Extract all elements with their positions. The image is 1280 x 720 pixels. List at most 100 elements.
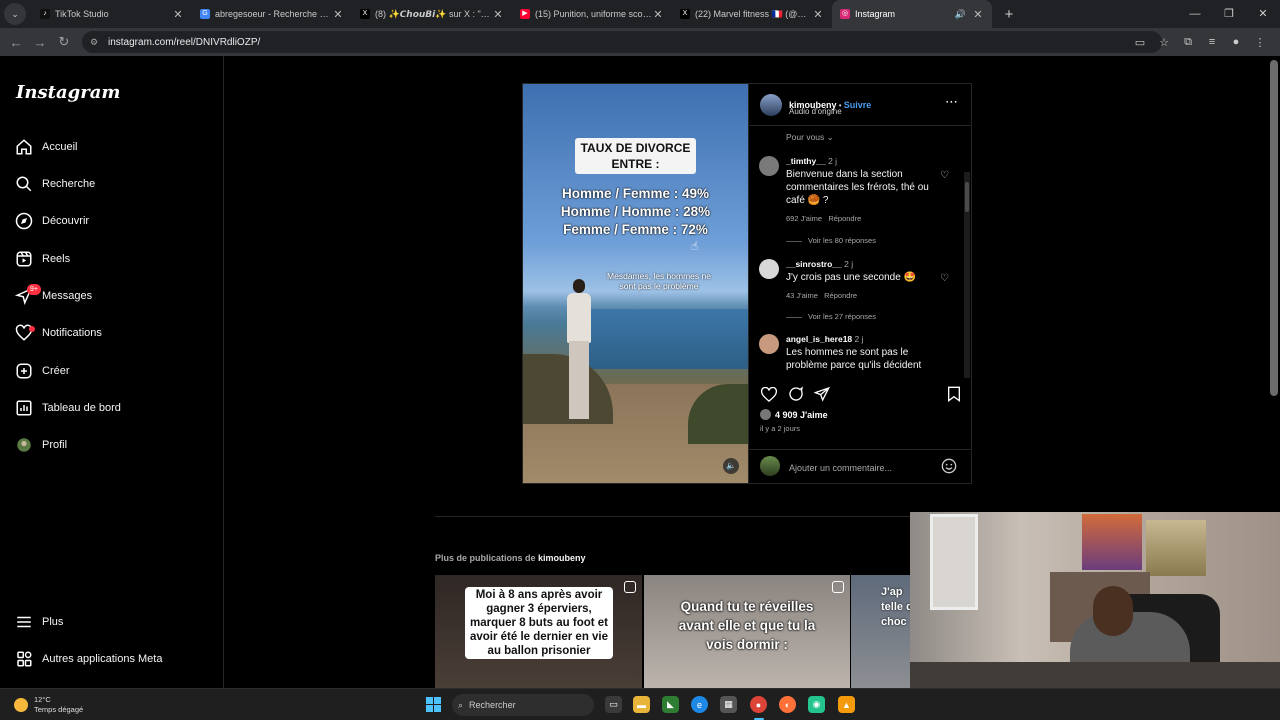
- heart-icon[interactable]: ♡: [940, 273, 949, 284]
- sidebar-item-recherche[interactable]: Recherche: [14, 170, 95, 198]
- page-scrollbar[interactable]: [1270, 60, 1278, 396]
- sidebar-item-messages[interactable]: 9+ Messages: [14, 282, 92, 310]
- comment-icon[interactable]: [786, 384, 806, 404]
- sidebar-item-profil[interactable]: Profil: [14, 431, 67, 459]
- sidebar-item-tableaudebord[interactable]: Tableau de bord: [14, 394, 121, 422]
- forward-button[interactable]: →: [28, 35, 52, 50]
- comment-username[interactable]: angel_is_here18 2 j: [786, 334, 864, 344]
- site-info-icon[interactable]: ⚙: [90, 37, 100, 47]
- toolbar-icons: ▭ ☆ ⧉ ≡ ● ⋮: [1128, 28, 1272, 56]
- comments-list: Pour vous ⌄ _timthy__ 2 j Bienvenue dans…: [749, 126, 972, 378]
- commenter-avatar[interactable]: [759, 156, 779, 176]
- reload-button[interactable]: ↻: [52, 34, 76, 50]
- follow-button[interactable]: Suivre: [844, 100, 872, 110]
- comment-meta: 43 J'aime Répondre: [786, 291, 857, 300]
- sidebar-item-reels[interactable]: Reels: [14, 245, 70, 273]
- close-tab-icon[interactable]: ✕: [812, 8, 824, 21]
- firefox-icon[interactable]: ◐: [779, 696, 796, 713]
- commenter-avatar[interactable]: [759, 259, 779, 279]
- reply-button[interactable]: Répondre: [828, 214, 861, 223]
- address-bar[interactable]: ⚙ instagram.com/reel/DNIVRdliOZP/: [82, 31, 1162, 53]
- sort-dropdown[interactable]: Pour vous ⌄: [786, 132, 834, 143]
- share-icon[interactable]: [812, 384, 832, 404]
- close-tab-icon[interactable]: ✕: [492, 8, 504, 21]
- close-tab-icon[interactable]: ✕: [172, 8, 184, 21]
- related-reel-thumb[interactable]: Quand tu te réveilles avant elle et que …: [644, 575, 850, 688]
- more-posts-user[interactable]: kimoubeny: [538, 553, 586, 563]
- taskbar-search[interactable]: ⌕ Rechercher: [452, 694, 594, 716]
- weather-widget[interactable]: 12°C Temps dégagé: [14, 693, 83, 717]
- bookmark-star-icon[interactable]: ☆: [1152, 36, 1176, 49]
- comment-username[interactable]: __sinrostro__ 2 j: [786, 259, 853, 269]
- heart-icon[interactable]: ♡: [940, 170, 949, 181]
- nvidia-icon[interactable]: ◣: [662, 696, 679, 713]
- spotify-like-icon[interactable]: ◉: [808, 696, 825, 713]
- like-heart-icon[interactable]: [759, 384, 779, 404]
- sidebar-item-autresapplicationsmeta[interactable]: Autres applications Meta: [14, 645, 162, 673]
- browser-tab[interactable]: ♪ TikTok Studio ✕: [32, 0, 192, 28]
- comment-likes[interactable]: 43 J'aime: [786, 291, 818, 300]
- thumb-caption: Moi à 8 ans après avoir gagner 3 épervie…: [465, 587, 613, 659]
- comment-username[interactable]: _timthy__ 2 j: [786, 156, 837, 166]
- extensions-icon[interactable]: ⧉: [1176, 36, 1200, 49]
- reel-video[interactable]: TAUX DE DIVORCE ENTRE : Homme / Femme : 4…: [523, 84, 748, 483]
- close-tab-icon[interactable]: ✕: [972, 8, 984, 21]
- author-avatar[interactable]: [760, 94, 782, 116]
- emoji-icon[interactable]: [941, 458, 957, 474]
- chevron-down-icon: ⌄: [826, 132, 834, 142]
- store-icon[interactable]: ▦: [720, 696, 737, 713]
- tab-search-button[interactable]: ⌄: [4, 3, 26, 25]
- compass-icon: [14, 211, 34, 231]
- vlc-icon[interactable]: ▲: [838, 696, 855, 713]
- sidebar-item-crer[interactable]: Créer: [14, 357, 70, 385]
- reply-button[interactable]: Répondre: [824, 291, 857, 300]
- audio-label[interactable]: Audio d'origine: [789, 107, 842, 116]
- new-tab-button[interactable]: +: [998, 6, 1020, 23]
- close-tab-icon[interactable]: ✕: [332, 8, 344, 21]
- speaker-icon[interactable]: 🔊: [955, 9, 966, 20]
- add-comment-input[interactable]: Ajouter un commentaire...: [789, 463, 892, 473]
- minimize-button[interactable]: —: [1178, 0, 1212, 28]
- close-window-button[interactable]: ✕: [1246, 0, 1280, 28]
- save-bookmark-icon[interactable]: [944, 384, 964, 404]
- media-control-icon[interactable]: ≡: [1200, 36, 1224, 48]
- sidebar-item-label: Profil: [42, 439, 68, 451]
- tab-title: (22) Marvel fitness 🇫🇷 (@Marvel: [695, 8, 812, 19]
- comments-scrollbar[interactable]: [964, 172, 970, 378]
- sidebar-item-dcouvrir[interactable]: Découvrir: [14, 207, 89, 235]
- sidebar-item-plus[interactable]: Plus: [14, 608, 63, 636]
- commenter-avatar[interactable]: [759, 334, 779, 354]
- browser-tab[interactable]: X (22) Marvel fitness 🇫🇷 (@Marvel ✕: [672, 0, 832, 28]
- browser-tab[interactable]: X (8) ✨𝘾𝙝𝙤𝙪𝘽𝙞✨ sur X : "@w ✕: [352, 0, 512, 28]
- mute-button[interactable]: 🔈: [723, 458, 739, 474]
- sidebar-item-accueil[interactable]: Accueil: [14, 133, 77, 161]
- sidebar-item-notifications[interactable]: Notifications: [14, 319, 102, 347]
- taskbar-search-label: Rechercher: [469, 700, 516, 710]
- view-replies-button[interactable]: Voir les 27 réponses: [786, 312, 876, 321]
- cast-icon[interactable]: ▭: [1128, 36, 1152, 49]
- chrome-icon[interactable]: ●: [750, 696, 767, 713]
- sidebar-item-label: Découvrir: [42, 215, 90, 227]
- likes-count[interactable]: 4 909 J'aime: [760, 409, 828, 420]
- x-icon: X: [680, 9, 690, 19]
- browser-tab[interactable]: ▶ (15) Punition, uniforme scolaire ✕: [512, 0, 672, 28]
- back-button[interactable]: ←: [4, 35, 28, 50]
- related-reel-thumb[interactable]: J'ap telle qu choc: [851, 575, 910, 688]
- view-replies-button[interactable]: Voir les 80 réponses: [786, 236, 876, 245]
- browser-tab[interactable]: Gabregesoeur - Recherche Goog ✕: [192, 0, 352, 28]
- search-icon: [14, 174, 34, 194]
- comment-likes[interactable]: 692 J'aime: [786, 214, 822, 223]
- file-explorer-icon[interactable]: ▬: [633, 696, 650, 713]
- maximize-button[interactable]: ❐: [1212, 0, 1246, 28]
- close-tab-icon[interactable]: ✕: [652, 8, 664, 21]
- instagram-logo[interactable]: Instagram: [16, 82, 120, 103]
- tab-title: (15) Punition, uniforme scolaire: [535, 9, 652, 19]
- browser-menu-icon[interactable]: ⋮: [1248, 36, 1272, 49]
- task-view-icon[interactable]: ▭: [605, 696, 622, 713]
- browser-tab[interactable]: ◎ Instagram 🔊 ✕: [832, 0, 992, 28]
- more-options-icon[interactable]: ⋯: [945, 94, 958, 110]
- windows-start-icon[interactable]: [426, 697, 441, 712]
- edge-icon[interactable]: e: [691, 696, 708, 713]
- related-reel-thumb[interactable]: Moi à 8 ans après avoir gagner 3 épervie…: [435, 575, 642, 688]
- profile-icon[interactable]: ●: [1224, 36, 1248, 48]
